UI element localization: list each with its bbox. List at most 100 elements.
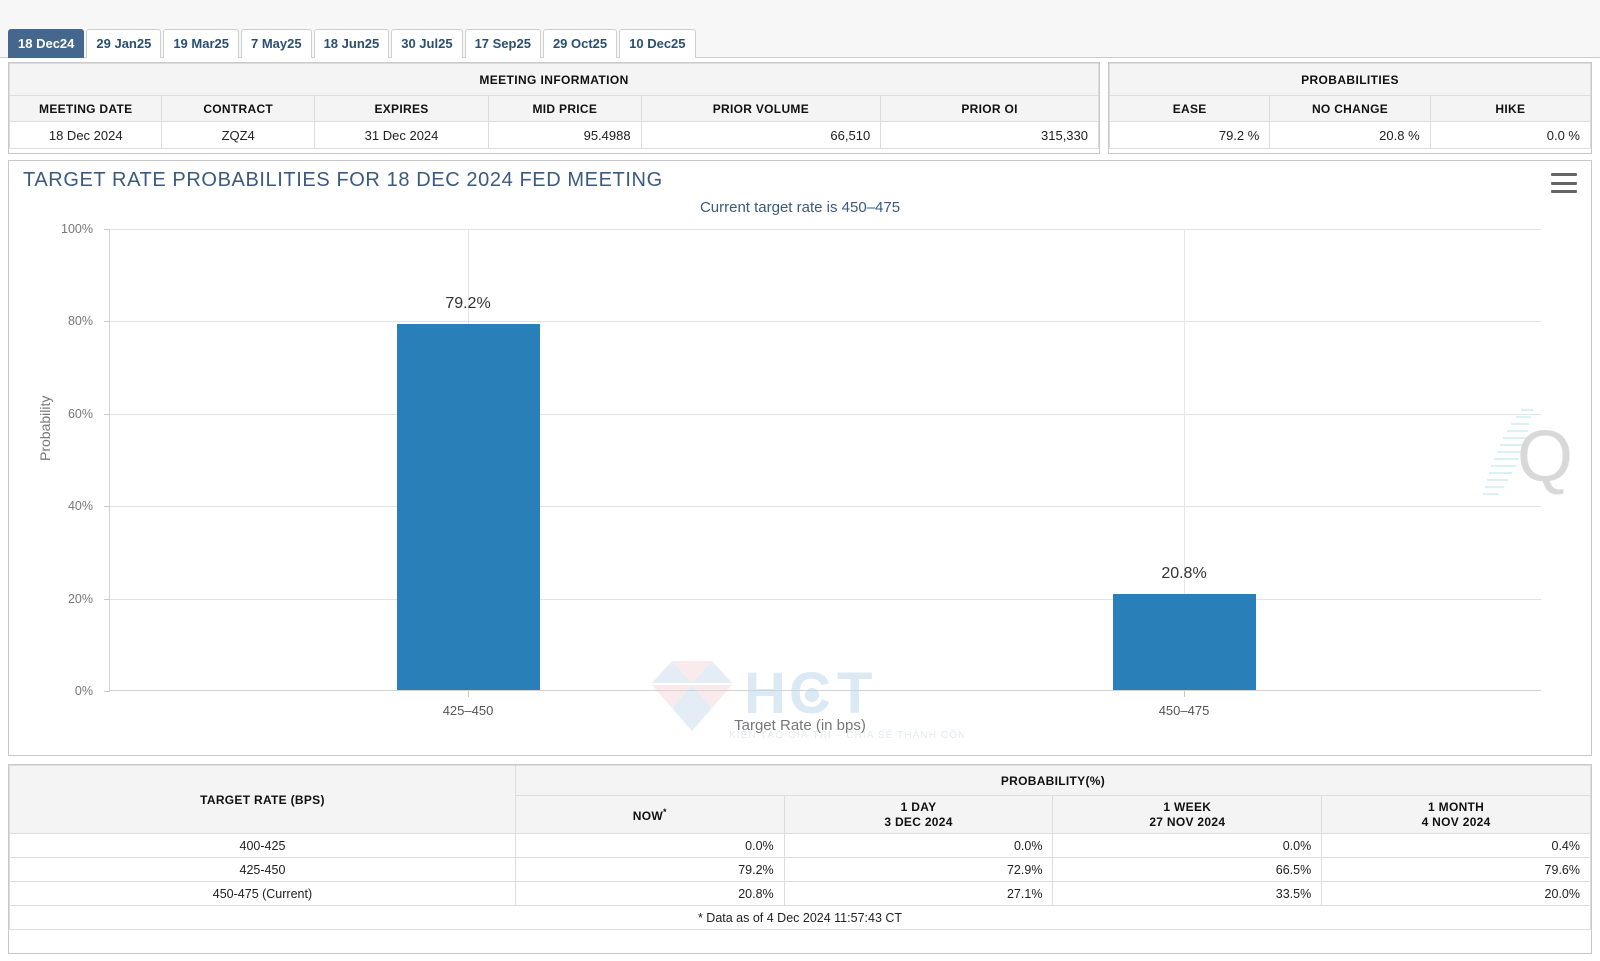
y-axis-label: Probability (37, 395, 53, 461)
x-tick-mark (1184, 691, 1185, 697)
period-header-now: NOW* (514, 795, 785, 834)
probability-cell: 20.8 % (1269, 121, 1431, 149)
meeting-tab-18-jun25[interactable]: 18 Jun25 (313, 29, 390, 58)
probabilities-panel: PROBABILITIES EASE NO CHANGE HIKE 79.2 % 20… (1108, 62, 1592, 154)
meeting-information-panel: MEETING INFORMATION MEETING DATE CONTRACT… (8, 62, 1100, 154)
probability-cell: 27.1% (783, 881, 1054, 906)
meeting-cell: 66,510 (640, 121, 882, 149)
probability-cell: 0.0% (514, 833, 785, 858)
chart-panel: TARGET RATE PROBABILITIES FOR 18 DEC 202… (8, 160, 1592, 756)
probability-history-table: TARGET RATE (BPS) PROBABILITY(%) NOW* 1 D… (9, 765, 1592, 930)
chart-title: TARGET RATE PROBABILITIES FOR 18 DEC 202… (23, 169, 663, 191)
probabilities-table: PROBABILITIES EASE NO CHANGE HIKE 79.2 % 20… (1108, 63, 1592, 149)
period-label: 1 MONTH (1428, 799, 1485, 814)
x-axis-label: Target Rate (in bps) (734, 717, 866, 734)
meeting-cell: 315,330 (880, 121, 1099, 149)
meeting-col-header: PRIOR VOLUME (640, 95, 882, 122)
period-header-1-week: 1 WEEK 27 NOV 2024 (1052, 795, 1323, 834)
y-tick-mark (104, 506, 110, 508)
meeting-col-header: MEETING DATE (8, 95, 163, 122)
asterisk-icon: * (663, 807, 667, 817)
probability-cell: 79.2% (514, 857, 785, 882)
probability-history-panel: TARGET RATE (BPS) PROBABILITY(%) NOW* 1 D… (8, 764, 1592, 954)
period-label: 1 DAY (900, 799, 937, 814)
y-tick-label: 20% (67, 591, 93, 606)
x-tick-label: 425–450 (442, 703, 494, 718)
bar-value-label: 79.2% (445, 295, 491, 313)
y-tick-mark (104, 321, 110, 323)
meeting-tab-7-may25[interactable]: 7 May25 (240, 29, 312, 58)
y-gridline (110, 413, 1541, 415)
cme-fedwatch-page: 18 Dec24 29 Jan25 19 Mar25 7 May25 18 Jun25 3… (0, 0, 1600, 961)
y-tick-label: 80% (67, 314, 93, 329)
probability-cell: 0.0% (1052, 833, 1323, 858)
meeting-cell: 18 Dec 2024 (8, 121, 163, 149)
meeting-col-header: PRIOR OI (880, 95, 1099, 122)
meeting-col-header: EXPIRES (313, 95, 490, 122)
period-label: NOW (632, 809, 663, 823)
y-gridline (110, 506, 1541, 508)
period-label: 1 WEEK (1163, 799, 1212, 814)
meeting-tab-29-jan25[interactable]: 29 Jan25 (86, 29, 162, 58)
data-timestamp-footnote: * Data as of 4 Dec 2024 11:57:43 CT (9, 905, 1591, 930)
meeting-cell: 95.4988 (488, 121, 642, 149)
x-tick-label: 450–475 (1158, 703, 1210, 718)
probability-cell: 0.0% (783, 833, 1054, 858)
target-rate-cell: 450-475 (Current) (9, 881, 516, 906)
target-rate-cell: 400-425 (9, 833, 516, 858)
table-row: 450-475 (Current) 20.8% 27.1% 33.5% 20.0% (9, 881, 1591, 906)
table-row: 425-450 79.2% 72.9% 66.5% 79.6% (9, 857, 1591, 882)
target-rate-header: TARGET RATE (BPS) (9, 765, 516, 834)
meeting-tab-30-jul25[interactable]: 30 Jul25 (391, 29, 463, 58)
y-tick-label: 0% (74, 684, 93, 698)
probability-cell: 0.0 % (1429, 121, 1592, 149)
probability-cell: 79.2 % (1108, 121, 1271, 149)
period-sublabel: 27 NOV 2024 (1149, 814, 1226, 829)
meeting-information-table: MEETING INFORMATION MEETING DATE CONTRACT… (8, 63, 1099, 149)
meeting-tab-29-oct25[interactable]: 29 Oct25 (542, 29, 618, 58)
y-tick-mark (104, 413, 110, 415)
y-gridline (110, 229, 1541, 230)
period-header-1-day: 1 DAY 3 DEC 2024 (783, 795, 1054, 834)
period-sublabel: 3 DEC 2024 (884, 814, 953, 829)
meeting-tab-10-dec25[interactable]: 10 Dec25 (619, 29, 696, 58)
probabilities-title: PROBABILITIES (1109, 63, 1591, 96)
bar-425–450[interactable] (396, 324, 540, 690)
meeting-col-header: MID PRICE (488, 95, 642, 122)
probability-col-header: NO CHANGE (1269, 95, 1431, 122)
table-row: 400-425 0.0% 0.0% 0.0% 0.4% (9, 833, 1591, 858)
y-tick-label: 60% (67, 406, 93, 421)
probability-col-header: HIKE (1429, 95, 1592, 122)
y-tick-label: 40% (67, 499, 93, 514)
probability-col-header: EASE (1108, 95, 1271, 122)
chart-subtitle: Current target rate is 450–475 (699, 199, 901, 216)
probability-cell: 33.5% (1052, 881, 1323, 906)
plot-area: 0% 20% 40% 60% 80% 100% 79.2% 425–450 20.8% 450–4… (61, 222, 1541, 718)
target-rate-cell: 425-450 (9, 857, 516, 882)
x-tick-mark (468, 691, 469, 697)
info-tables-row: MEETING INFORMATION MEETING DATE CONTRACT… (8, 62, 1592, 154)
meeting-tab-19-mar25[interactable]: 19 Mar25 (163, 29, 239, 58)
probability-cell: 20.8% (514, 881, 785, 906)
bar-450–475[interactable] (1112, 593, 1256, 690)
probability-cell: 0.4% (1321, 833, 1591, 858)
meeting-col-header: CONTRACT (161, 95, 315, 122)
y-gridline (110, 321, 1541, 323)
y-gridline (110, 598, 1541, 600)
hamburger-menu-icon[interactable] (1551, 173, 1577, 193)
period-header-1-month: 1 MONTH 4 NOV 2024 (1321, 795, 1591, 834)
meeting-information-title: MEETING INFORMATION (9, 63, 1099, 96)
meeting-cell: ZQZ4 (161, 121, 315, 149)
y-tick-mark (104, 229, 110, 230)
probability-cell: 72.9% (783, 857, 1054, 882)
bar-value-label: 20.8% (1161, 564, 1207, 582)
meeting-date-tabbar: 18 Dec24 29 Jan25 19 Mar25 7 May25 18 Jun25 3… (0, 0, 1600, 58)
meeting-tab-18-dec24[interactable]: 18 Dec24 (8, 29, 85, 58)
probability-cell: 79.6% (1321, 857, 1591, 882)
probability-cell: 66.5% (1052, 857, 1323, 882)
y-tick-mark (104, 598, 110, 600)
y-tick-mark (104, 691, 110, 692)
meeting-cell: 31 Dec 2024 (313, 121, 490, 149)
meeting-tab-17-sep25[interactable]: 17 Sep25 (464, 29, 541, 58)
period-sublabel: 4 NOV 2024 (1421, 814, 1491, 829)
